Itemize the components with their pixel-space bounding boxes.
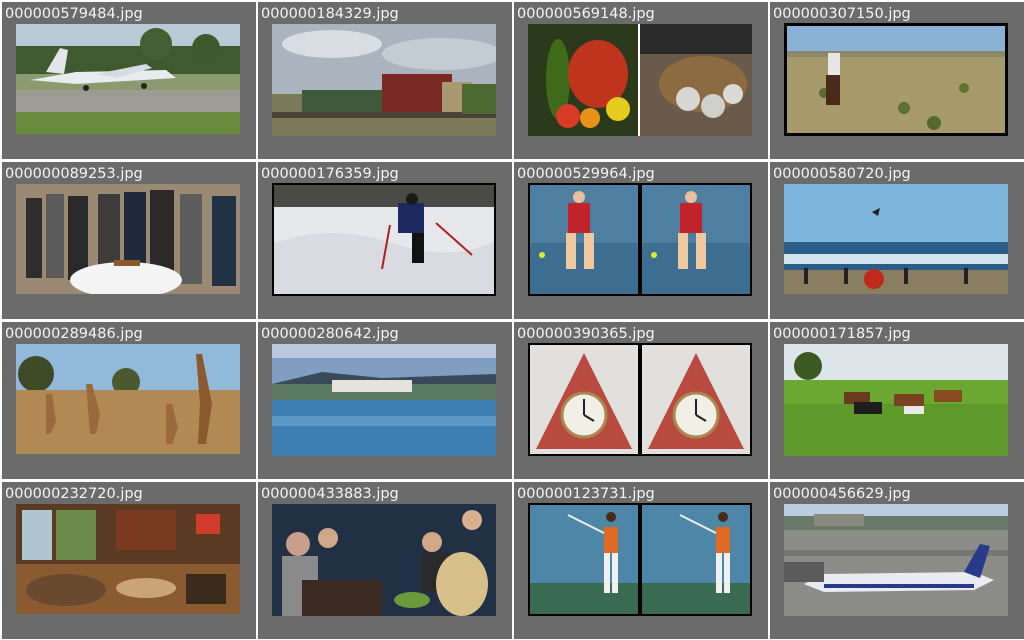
image-tile[interactable]: 000000390365.jpg xyxy=(514,322,768,479)
clock-photo-pair[interactable] xyxy=(528,343,752,456)
image-tile[interactable]: 000000184329.jpg xyxy=(258,2,512,159)
image-grid: 000000579484.jpg 000000184329.jpg 000000… xyxy=(2,2,1024,640)
image-filename: 000000184329.jpg xyxy=(261,6,399,22)
giraffes-photo[interactable] xyxy=(16,344,240,454)
skier-photo[interactable] xyxy=(272,183,496,296)
image-filename: 000000176359.jpg xyxy=(261,166,399,182)
image-filename: 000000289486.jpg xyxy=(5,326,143,342)
image-filename: 000000569148.jpg xyxy=(517,6,655,22)
image-tile[interactable]: 000000280642.jpg xyxy=(258,322,512,479)
image-tile[interactable]: 000000529964.jpg xyxy=(514,162,768,319)
image-tile[interactable]: 000000456629.jpg xyxy=(770,482,1024,639)
image-tile[interactable]: 000000232720.jpg xyxy=(2,482,256,639)
vegetables-photo[interactable] xyxy=(528,24,752,136)
train-photo[interactable] xyxy=(272,24,496,136)
image-filename: 000000390365.jpg xyxy=(517,326,655,342)
image-filename: 000000456629.jpg xyxy=(773,486,911,502)
image-tile[interactable]: 000000123731.jpg xyxy=(514,482,768,639)
image-tile[interactable]: 000000176359.jpg xyxy=(258,162,512,319)
tennis-photo-pair[interactable] xyxy=(528,183,752,296)
image-filename: 000000123731.jpg xyxy=(517,486,655,502)
dinner-photo[interactable] xyxy=(272,504,496,616)
image-filename: 000000089253.jpg xyxy=(5,166,143,182)
image-tile[interactable]: 000000307150.jpg xyxy=(770,2,1024,159)
image-filename: 000000580720.jpg xyxy=(773,166,911,182)
jet-photo[interactable] xyxy=(16,24,240,134)
tennis-serve-photo-pair[interactable] xyxy=(528,503,752,616)
image-filename: 000000529964.jpg xyxy=(517,166,655,182)
cows-photo[interactable] xyxy=(784,344,1008,456)
living-room-photo[interactable] xyxy=(16,504,240,614)
cake-photo[interactable] xyxy=(16,184,240,294)
image-filename: 000000171857.jpg xyxy=(773,326,911,342)
image-filename: 000000579484.jpg xyxy=(5,6,143,22)
rider-photo[interactable] xyxy=(784,23,1008,136)
image-tile[interactable]: 000000433883.jpg xyxy=(258,482,512,639)
image-filename: 000000307150.jpg xyxy=(773,6,911,22)
airport-jet-photo[interactable] xyxy=(784,504,1008,616)
image-tile[interactable]: 000000580720.jpg xyxy=(770,162,1024,319)
beach-photo[interactable] xyxy=(784,184,1008,294)
pool-photo[interactable] xyxy=(272,344,496,456)
image-tile[interactable]: 000000171857.jpg xyxy=(770,322,1024,479)
image-tile[interactable]: 000000089253.jpg xyxy=(2,162,256,319)
image-tile[interactable]: 000000569148.jpg xyxy=(514,2,768,159)
image-filename: 000000280642.jpg xyxy=(261,326,399,342)
image-filename: 000000433883.jpg xyxy=(261,486,399,502)
image-filename: 000000232720.jpg xyxy=(5,486,143,502)
image-tile[interactable]: 000000579484.jpg xyxy=(2,2,256,159)
image-tile[interactable]: 000000289486.jpg xyxy=(2,322,256,479)
